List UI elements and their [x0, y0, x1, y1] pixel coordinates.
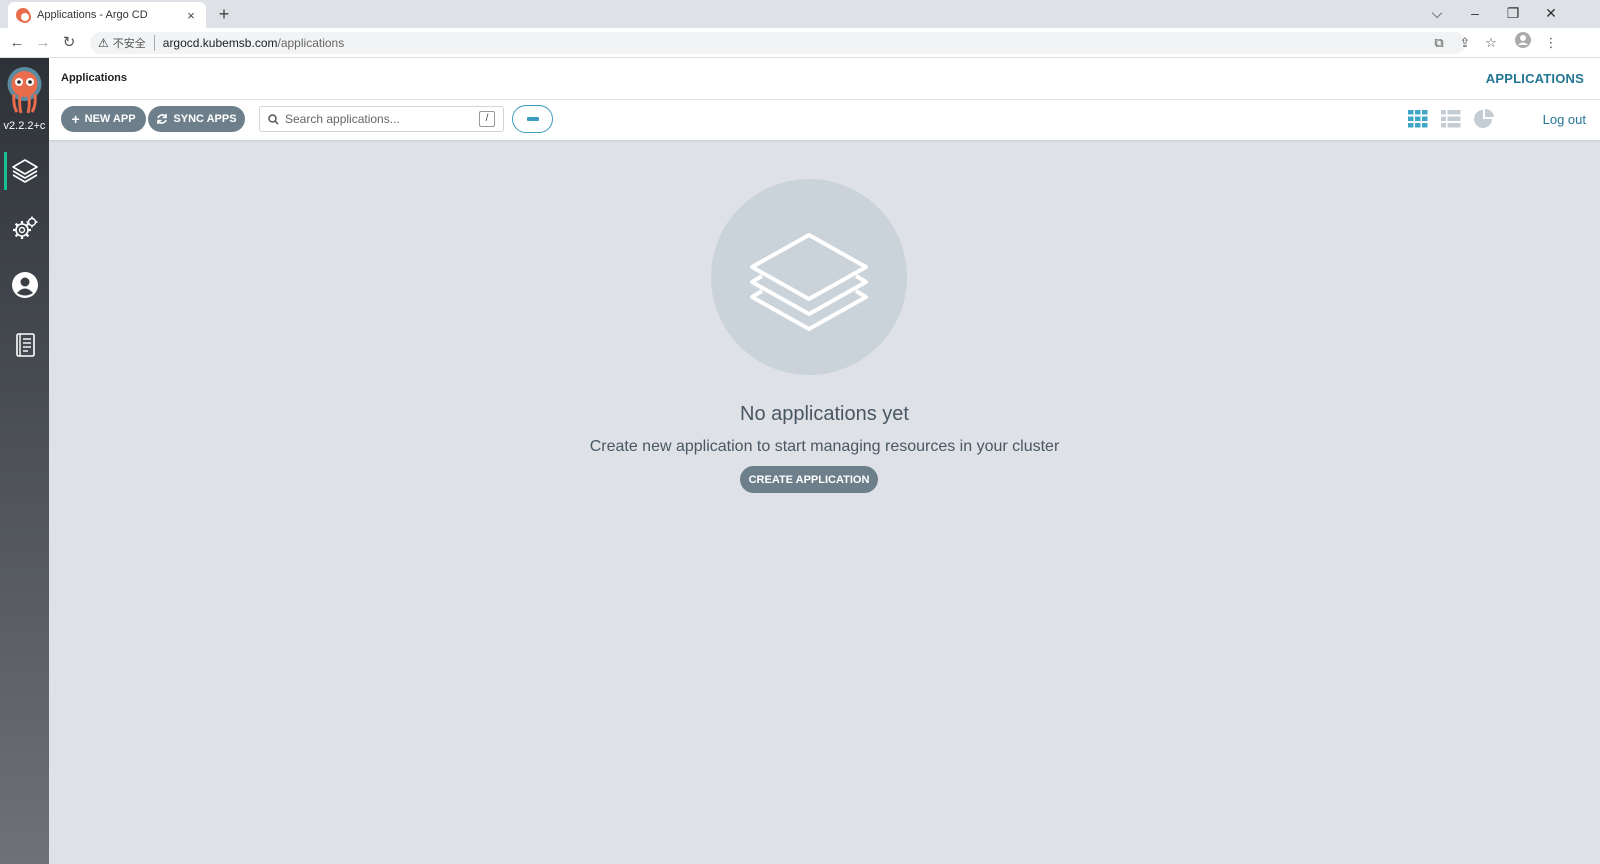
forward-arrow-icon[interactable]: → [32, 32, 54, 54]
restore-icon[interactable]: ❐ [1494, 0, 1532, 28]
url-host: argocd.kubemsb.com [162, 36, 278, 50]
window-close-icon[interactable]: ✕ [1532, 0, 1570, 28]
insecure-label[interactable]: 不安全 [113, 35, 155, 51]
plus-icon: + [71, 111, 80, 127]
page-header: Applications APPLICATIONS [49, 58, 1600, 100]
gears-icon [12, 216, 37, 239]
book-icon [15, 333, 35, 357]
sync-apps-button[interactable]: SYNC APPS [148, 106, 245, 132]
minus-icon [526, 117, 539, 121]
logout-link[interactable]: Log out [1543, 112, 1586, 127]
share-icon[interactable]: ⇪ [1454, 32, 1476, 54]
layers-icon [11, 159, 38, 183]
summary-pie-view-icon[interactable] [1473, 108, 1495, 130]
omnibox[interactable]: ⚠ 不安全 argocd.kubemsb.com/applications [90, 32, 1466, 54]
sidebar: v2.2.2+c [0, 58, 49, 864]
browser-tab-bar: Applications - Argo CD × + ⌵ – ❐ ✕ [0, 0, 1600, 28]
sync-icon [157, 114, 168, 124]
browser-tab-title: Applications - Argo CD [37, 9, 148, 21]
new-app-label: NEW APP [84, 113, 136, 125]
browser-menu-icon[interactable]: ⋮ [1540, 32, 1562, 54]
layers-icon [750, 233, 868, 331]
bookmark-star-icon[interactable]: ☆ [1480, 32, 1502, 54]
tab-search-chevron-icon[interactable]: ⌵ [1418, 0, 1456, 28]
user-circle-icon [11, 272, 38, 298]
search-box[interactable]: / [259, 106, 504, 132]
version-label: v2.2.2+c [3, 120, 46, 132]
empty-state-subtitle: Create new application to start managing… [589, 438, 1060, 455]
search-icon [268, 113, 279, 125]
sync-apps-label: SYNC APPS [173, 113, 237, 125]
new-tab-button[interactable]: + [213, 3, 235, 25]
profile-avatar-icon[interactable] [1512, 32, 1534, 54]
argo-logo-icon[interactable] [5, 66, 44, 114]
tab-close-icon[interactable]: × [184, 8, 198, 23]
empty-state-illustration [711, 179, 907, 375]
browser-address-bar: ← → ↻ ⚠ 不安全 argocd.kubemsb.com/applicati… [0, 28, 1600, 58]
sidebar-item-user-info[interactable] [0, 264, 49, 306]
url-path: /applications [277, 36, 345, 50]
search-shortcut-hint: / [479, 111, 495, 127]
tiles-view-icon[interactable] [1407, 108, 1429, 130]
sidebar-item-documentation[interactable] [0, 324, 49, 366]
search-input[interactable] [285, 112, 465, 126]
toolbar: + NEW APP SYNC APPS / [49, 100, 1600, 140]
back-arrow-icon[interactable]: ← [6, 32, 28, 54]
create-application-button[interactable]: CREATE APPLICATION [740, 466, 878, 493]
sidebar-item-applications[interactable] [0, 150, 49, 192]
minimize-icon[interactable]: – [1456, 0, 1494, 28]
sidebar-item-settings[interactable] [0, 208, 49, 250]
url-text[interactable]: argocd.kubemsb.com/applications [163, 36, 344, 50]
list-view-icon[interactable] [1440, 108, 1462, 130]
new-app-button[interactable]: + NEW APP [61, 106, 146, 132]
breadcrumb[interactable]: Applications [61, 72, 127, 84]
translate-icon[interactable]: ⧉ [1428, 32, 1450, 54]
argo-favicon-icon [16, 8, 31, 23]
warning-icon: ⚠ [98, 36, 109, 50]
filters-toggle-button[interactable] [512, 105, 553, 133]
page-title: APPLICATIONS [1485, 71, 1584, 86]
reload-icon[interactable]: ↻ [58, 32, 80, 54]
browser-tab[interactable]: Applications - Argo CD × [8, 2, 206, 28]
empty-state-title: No applications yet [740, 403, 909, 425]
